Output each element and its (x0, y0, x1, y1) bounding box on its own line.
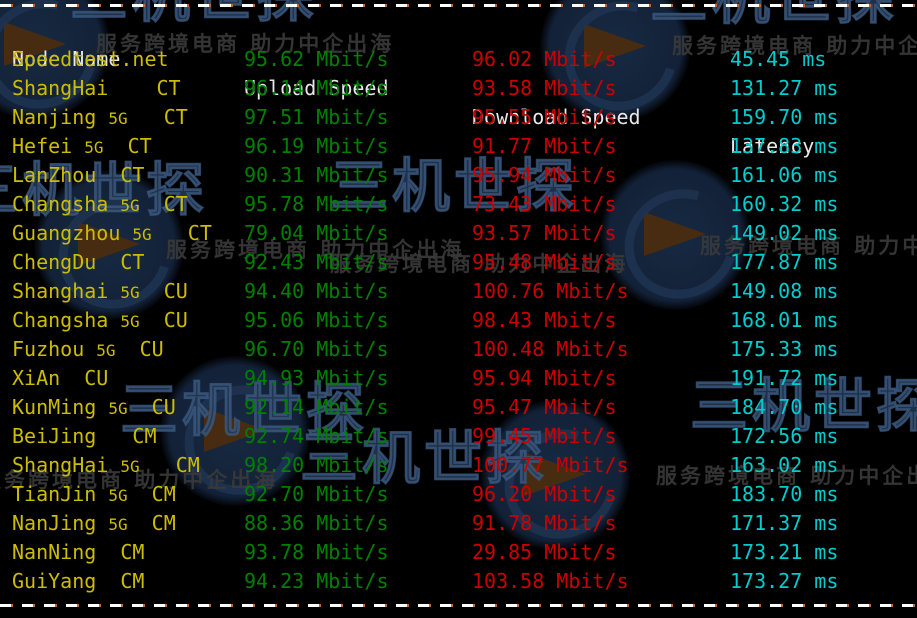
cell-latency: 160.32 ms (730, 192, 839, 216)
cell-download-speed: 103.58 Mbit/s (472, 569, 629, 593)
cell-latency: 175.33 ms (730, 337, 839, 361)
cell-latency: 161.06 ms (730, 163, 839, 187)
table-row: Speedtest.net 95.62 Mbit/s 96.02 Mbit/s 45.… (0, 45, 917, 74)
cell-download-speed: 91.77 Mbit/s (472, 134, 617, 158)
cell-upload-speed: 97.51 Mbit/s (244, 105, 389, 129)
cell-download-speed: 100.48 Mbit/s (472, 337, 629, 361)
cell-node-name: LanZhou CT (12, 163, 145, 187)
cell-upload-speed: 94.23 Mbit/s (244, 569, 389, 593)
cell-download-speed: 95.47 Mbit/s (472, 395, 617, 419)
cell-download-speed: 95.55 Mbit/s (472, 105, 617, 129)
table-row: ShangHai CT 96.14 Mbit/s 93.58 Mbit/s 131.2… (0, 74, 917, 103)
cell-upload-speed: 95.62 Mbit/s (244, 47, 389, 71)
cell-download-speed: 96.20 Mbit/s (472, 482, 617, 506)
cell-node-name: GuiYang CM (12, 569, 145, 593)
cell-node-name: Hefei 5G CT (12, 134, 152, 158)
cell-latency: 163.02 ms (730, 453, 839, 477)
cell-node-name: Changsha 5G CU (12, 308, 188, 332)
cell-latency: 183.70 ms (730, 482, 839, 506)
cell-upload-speed: 90.31 Mbit/s (244, 163, 389, 187)
cell-download-speed: 93.57 Mbit/s (472, 221, 617, 245)
cell-latency: 159.70 ms (730, 105, 839, 129)
cell-node-name: ShangHai 5G CM (12, 453, 200, 477)
cell-upload-speed: 92.74 Mbit/s (244, 424, 389, 448)
cell-upload-speed: 95.06 Mbit/s (244, 308, 389, 332)
cell-node-name: ShangHai CT (12, 76, 181, 100)
cell-latency: 168.01 ms (730, 308, 839, 332)
cell-upload-speed: 93.78 Mbit/s (244, 540, 389, 564)
cell-upload-speed: 79.04 Mbit/s (244, 221, 389, 245)
cell-latency: 173.27 ms (730, 569, 839, 593)
table-row: Nanjing 5G CT 97.51 Mbit/s 95.55 Mbit/s 159… (0, 103, 917, 132)
separator-rule-top (0, 4, 917, 7)
cell-node-name: NanNing CM (12, 540, 145, 564)
table-row: LanZhou CT 90.31 Mbit/s 95.94 Mbit/s 161.06… (0, 161, 917, 190)
cell-download-speed: 95.94 Mbit/s (472, 163, 617, 187)
table-row: ShangHai 5G CM 98.20 Mbit/s 100.77 Mbit/s 1… (0, 451, 917, 480)
cell-download-speed: 29.85 Mbit/s (472, 540, 617, 564)
cell-download-speed: 95.48 Mbit/s (472, 250, 617, 274)
cell-download-speed: 100.77 Mbit/s (472, 453, 629, 477)
cell-upload-speed: 94.40 Mbit/s (244, 279, 389, 303)
table-row: XiAn CU 94.93 Mbit/s 95.94 Mbit/s 191.72 ms (0, 364, 917, 393)
cell-upload-speed: 94.93 Mbit/s (244, 366, 389, 390)
cell-node-name: Guangzhou 5G CT (12, 221, 212, 245)
table-row: Hefei 5G CT 96.19 Mbit/s 91.77 Mbit/s 137.8… (0, 132, 917, 161)
cell-latency: 184.70 ms (730, 395, 839, 419)
cell-node-name: Speedtest.net (12, 47, 169, 71)
cell-latency: 173.21 ms (730, 540, 839, 564)
cell-node-name: TianJin 5G CM (12, 482, 176, 506)
table-row: NanJing 5G CM 88.36 Mbit/s 91.78 Mbit/s 171… (0, 509, 917, 538)
cell-node-name: Nanjing 5G CT (12, 105, 188, 129)
cell-latency: 191.72 ms (730, 366, 839, 390)
table-row: KunMing 5G CU 92.14 Mbit/s 95.47 Mbit/s 184… (0, 393, 917, 422)
table-header-row: Node Name Upload Speed Download Speed La… (0, 16, 917, 158)
cell-latency: 149.02 ms (730, 221, 839, 245)
cell-upload-speed: 95.78 Mbit/s (244, 192, 389, 216)
cell-download-speed: 96.02 Mbit/s (472, 47, 617, 71)
cell-latency: 171.37 ms (730, 511, 839, 535)
cell-download-speed: 100.76 Mbit/s (472, 279, 629, 303)
table-row: Guangzhou 5G CT 79.04 Mbit/s 93.57 Mbit/s 1… (0, 219, 917, 248)
cell-upload-speed: 92.43 Mbit/s (244, 250, 389, 274)
table-row: Changsha 5G CU 95.06 Mbit/s 98.43 Mbit/s 16… (0, 306, 917, 335)
cell-download-speed: 73.43 Mbit/s (472, 192, 617, 216)
cell-download-speed: 95.94 Mbit/s (472, 366, 617, 390)
cell-upload-speed: 88.36 Mbit/s (244, 511, 389, 535)
table-row: BeiJing CM 92.74 Mbit/s 99.45 Mbit/s 172.56… (0, 422, 917, 451)
table-row: Changsha 5G CT 95.78 Mbit/s 73.43 Mbit/s 16… (0, 190, 917, 219)
table-row: TianJin 5G CM 92.70 Mbit/s 96.20 Mbit/s 183… (0, 480, 917, 509)
cell-upload-speed: 96.14 Mbit/s (244, 76, 389, 100)
table-row: ChengDu CT 92.43 Mbit/s 95.48 Mbit/s 177.87… (0, 248, 917, 277)
table-row: NanNing CM 93.78 Mbit/s 29.85 Mbit/s 173.21… (0, 538, 917, 567)
separator-rule-bottom (0, 604, 917, 607)
table-row: GuiYang CM 94.23 Mbit/s 103.58 Mbit/s 173.2… (0, 567, 917, 596)
cell-node-name: ChengDu CT (12, 250, 145, 274)
cell-upload-speed: 96.70 Mbit/s (244, 337, 389, 361)
cell-node-name: Shanghai 5G CU (12, 279, 188, 303)
cell-node-name: KunMing 5G CU (12, 395, 176, 419)
cell-latency: 149.08 ms (730, 279, 839, 303)
cell-node-name: BeiJing CM (12, 424, 157, 448)
cell-upload-speed: 92.14 Mbit/s (244, 395, 389, 419)
cell-latency: 131.27 ms (730, 76, 839, 100)
table-row: Shanghai 5G CU 94.40 Mbit/s 100.76 Mbit/s 1… (0, 277, 917, 306)
cell-node-name: Fuzhou 5G CU (12, 337, 164, 361)
cell-download-speed: 93.58 Mbit/s (472, 76, 617, 100)
cell-download-speed: 98.43 Mbit/s (472, 308, 617, 332)
cell-node-name: XiAn CU (12, 366, 109, 390)
cell-node-name: NanJing 5G CM (12, 511, 176, 535)
cell-download-speed: 99.45 Mbit/s (472, 424, 617, 448)
cell-upload-speed: 92.70 Mbit/s (244, 482, 389, 506)
cell-node-name: Changsha 5G CT (12, 192, 188, 216)
terminal-window: 三机世探 服务跨境电商 助力中企出海 三机世探 服务跨境电商 助力中企出海 三机… (0, 0, 917, 618)
cell-latency: 172.56 ms (730, 424, 839, 448)
cell-download-speed: 91.78 Mbit/s (472, 511, 617, 535)
table-row: Fuzhou 5G CU 96.70 Mbit/s 100.48 Mbit/s 175… (0, 335, 917, 364)
cell-upload-speed: 98.20 Mbit/s (244, 453, 389, 477)
cell-latency: 45.45 ms (730, 47, 827, 71)
cell-upload-speed: 96.19 Mbit/s (244, 134, 389, 158)
cell-latency: 177.87 ms (730, 250, 839, 274)
cell-latency: 137.83 ms (730, 134, 839, 158)
